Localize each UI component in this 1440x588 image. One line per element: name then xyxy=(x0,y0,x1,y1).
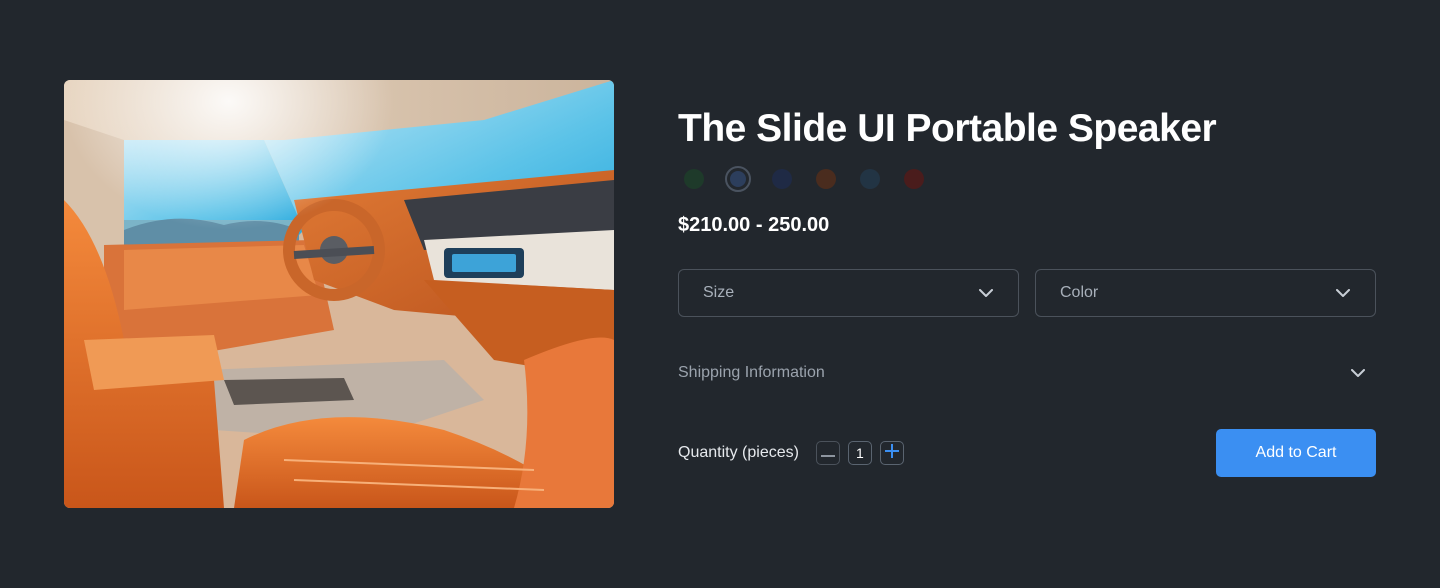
quantity-label: Quantity (pieces) xyxy=(678,444,799,461)
quantity-decrease-button[interactable] xyxy=(815,441,840,465)
swatch-1[interactable] xyxy=(725,166,751,192)
plus-icon xyxy=(884,443,899,463)
color-select-label: Color xyxy=(1060,284,1099,301)
chevron-down-icon xyxy=(978,285,994,301)
swatch-3[interactable] xyxy=(816,169,836,189)
cart-row: Quantity (pieces) 1 Add to Cart xyxy=(678,429,1376,477)
size-select-label: Size xyxy=(703,284,735,301)
swatch-2[interactable] xyxy=(772,169,792,189)
chevron-down-icon xyxy=(1335,285,1351,301)
minus-icon xyxy=(820,444,835,462)
chevron-down-icon xyxy=(1350,365,1366,381)
product-image xyxy=(64,80,614,508)
quantity-stepper: Quantity (pieces) 1 xyxy=(678,441,904,465)
size-select[interactable]: Size xyxy=(678,269,1019,317)
color-select[interactable]: Color xyxy=(1035,269,1376,317)
price-range: $210.00 - 250.00 xyxy=(678,214,830,236)
product-title: The Slide UI Portable Speaker xyxy=(678,107,1217,150)
shipping-information-label: Shipping Information xyxy=(678,364,825,381)
swatch-5[interactable] xyxy=(904,169,924,189)
option-selects: Size Color xyxy=(678,269,1376,317)
quantity-increase-button[interactable] xyxy=(879,441,904,465)
swatch-4[interactable] xyxy=(860,169,880,189)
shipping-information-toggle[interactable]: Shipping Information xyxy=(678,361,1376,385)
color-swatches xyxy=(678,164,1376,194)
product-details: The Slide UI Portable Speaker $210.00 - … xyxy=(678,80,1376,477)
add-to-cart-button[interactable]: Add to Cart xyxy=(1216,429,1376,477)
car-interior-image xyxy=(64,80,614,508)
swatch-0[interactable] xyxy=(684,169,704,189)
quantity-value[interactable]: 1 xyxy=(847,441,872,465)
